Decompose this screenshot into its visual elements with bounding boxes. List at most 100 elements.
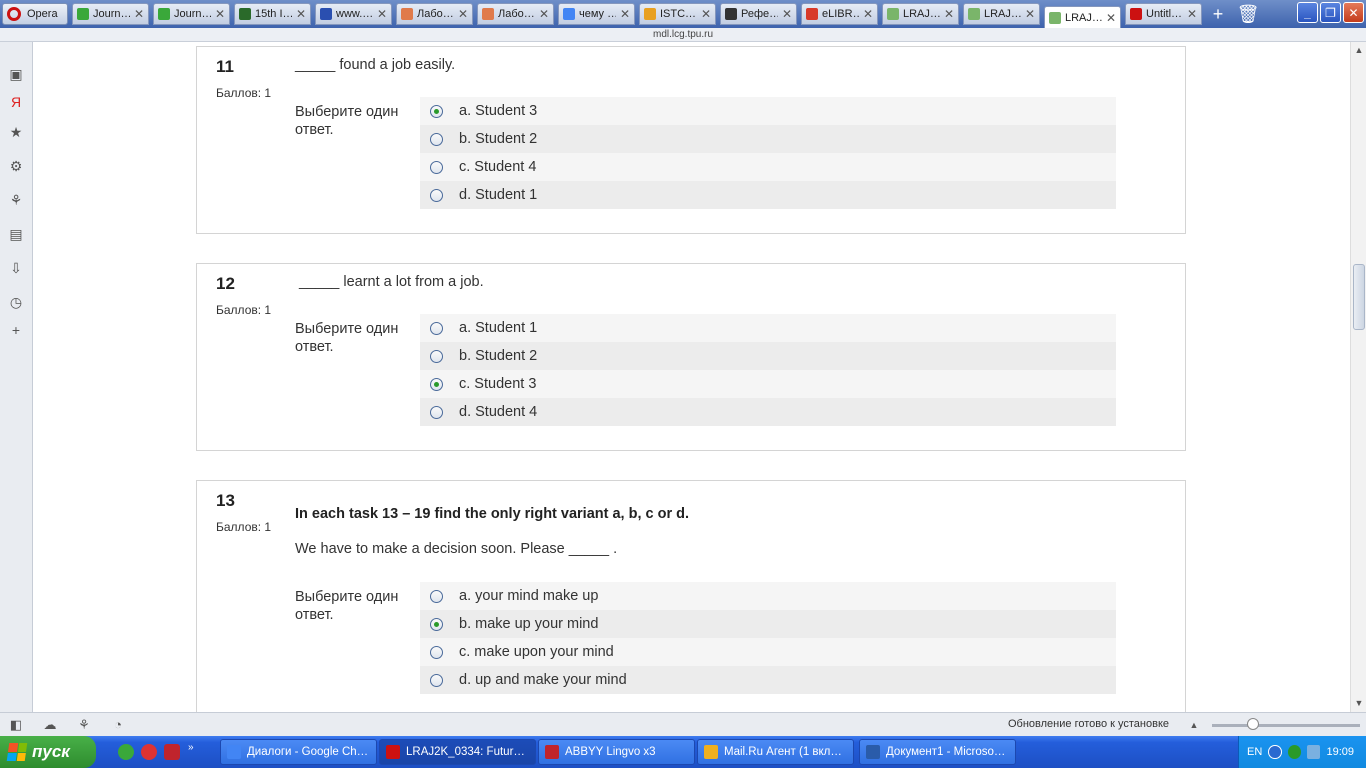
browser-tab[interactable]: www.… ✕	[315, 3, 392, 25]
lingvo-quicklaunch-icon[interactable]	[164, 744, 180, 760]
tab-close-icon[interactable]: ✕	[134, 7, 144, 21]
browser-tab[interactable]: Journ… ✕	[72, 3, 149, 25]
answer-radio[interactable]	[430, 617, 443, 631]
history-clock-icon[interactable]: ◷	[8, 294, 24, 310]
browser-tab[interactable]: eLIBR… ✕	[801, 3, 878, 25]
browser-tab[interactable]: Лабо… ✕	[396, 3, 473, 25]
answer-radio[interactable]	[430, 349, 443, 363]
taskbar-window-button[interactable]: Диалоги - Google Ch…	[220, 739, 377, 765]
answer-radio[interactable]	[430, 377, 443, 391]
tab-close-icon[interactable]: ✕	[1187, 7, 1197, 21]
answer-radio[interactable]	[430, 673, 443, 687]
tab-close-icon[interactable]: ✕	[620, 7, 630, 21]
answer-label[interactable]: a. Student 3	[459, 103, 537, 119]
answer-option[interactable]: a. Student 1	[420, 314, 1116, 342]
answer-option[interactable]: c. make upon your mind	[420, 638, 1116, 666]
taskbar-window-button[interactable]: Документ1 - Microso…	[859, 739, 1016, 765]
tray-eye-icon[interactable]	[1287, 745, 1302, 759]
opera-menu-button[interactable]: Opera	[2, 3, 68, 25]
language-indicator[interactable]: EN	[1247, 746, 1262, 758]
tab-close-icon[interactable]: ✕	[1106, 11, 1116, 25]
close-button[interactable]: ✕	[1343, 2, 1364, 23]
tab-close-icon[interactable]: ✕	[782, 7, 792, 21]
answer-label[interactable]: c. Student 3	[459, 376, 536, 392]
cloud-icon[interactable]: ☁	[42, 717, 58, 733]
answer-radio[interactable]	[430, 132, 443, 146]
panel-toggle-icon[interactable]: ◧	[8, 717, 24, 733]
notes-icon[interactable]: ▤	[8, 226, 24, 242]
answer-radio[interactable]	[430, 104, 443, 118]
browser-tab[interactable]: чему … ✕	[558, 3, 635, 25]
restore-button[interactable]: ❐	[1320, 2, 1341, 23]
tab-close-icon[interactable]: ✕	[944, 7, 954, 21]
browser-tab[interactable]: Лабо… ✕	[477, 3, 554, 25]
browser-tab[interactable]: LRAJ… ✕	[1044, 6, 1121, 30]
browser-tab[interactable]: LRAJ… ✕	[882, 3, 959, 25]
browser-tab[interactable]: Untitl… ✕	[1125, 3, 1202, 25]
answer-label[interactable]: c. make upon your mind	[459, 644, 614, 660]
browser-tab[interactable]: LRAJ… ✕	[963, 3, 1040, 25]
tab-close-icon[interactable]: ✕	[296, 7, 306, 21]
tray-arrow-icon[interactable]	[1268, 745, 1282, 759]
answer-option[interactable]: d. up and make your mind	[420, 666, 1116, 694]
tab-close-icon[interactable]: ✕	[377, 7, 387, 21]
answer-label[interactable]: b. make up your mind	[459, 616, 598, 632]
answer-radio[interactable]	[430, 645, 443, 659]
answer-option[interactable]: b. Student 2	[420, 125, 1116, 153]
answer-label[interactable]: d. up and make your mind	[459, 672, 627, 688]
turbo-icon[interactable]: ◔	[110, 717, 126, 733]
answer-option[interactable]: b. make up your mind	[420, 610, 1116, 638]
answer-label[interactable]: a. your mind make up	[459, 588, 598, 604]
tab-close-icon[interactable]: ✕	[458, 7, 468, 21]
browser-tab[interactable]: Journ… ✕	[153, 3, 230, 25]
zoom-slider-knob[interactable]	[1247, 718, 1259, 730]
new-tab-plus-icon[interactable]: +	[1206, 3, 1230, 25]
answer-option[interactable]: a. Student 3	[420, 97, 1116, 125]
quicklaunch-more-icon[interactable]: »	[188, 742, 204, 758]
answer-label[interactable]: a. Student 1	[459, 320, 537, 336]
answer-label[interactable]: c. Student 4	[459, 159, 536, 175]
answer-radio[interactable]	[430, 589, 443, 603]
minimize-button[interactable]: _	[1297, 2, 1318, 23]
scroll-thumb[interactable]	[1353, 264, 1365, 330]
answer-label[interactable]: d. Student 4	[459, 404, 537, 420]
unite-icon[interactable]: ⚘	[8, 192, 24, 208]
answer-option[interactable]: d. Student 4	[420, 398, 1116, 426]
answer-label[interactable]: d. Student 1	[459, 187, 537, 203]
answer-option[interactable]: c. Student 4	[420, 153, 1116, 181]
vertical-scrollbar[interactable]: ▲ ▼	[1350, 42, 1366, 712]
tab-close-icon[interactable]: ✕	[1025, 7, 1035, 21]
tab-close-icon[interactable]: ✕	[539, 7, 549, 21]
answer-option[interactable]: c. Student 3	[420, 370, 1116, 398]
unite-share-icon[interactable]: ⚘	[76, 717, 92, 733]
answer-radio[interactable]	[430, 321, 443, 335]
answer-radio[interactable]	[430, 188, 443, 202]
update-status-text[interactable]: Обновление готово к установке	[1008, 718, 1169, 730]
address-bar[interactable]: mdl.lcg.tpu.ru	[0, 28, 1366, 42]
downloads-icon[interactable]: ⇩	[8, 260, 24, 276]
answer-label[interactable]: b. Student 2	[459, 348, 537, 364]
taskbar-window-button[interactable]: LRAJ2K_0334: Futur…	[379, 739, 536, 765]
answer-radio[interactable]	[430, 160, 443, 174]
browser-tab[interactable]: 15th I… ✕	[234, 3, 311, 25]
opera-quicklaunch-icon[interactable]	[141, 744, 157, 760]
answer-radio[interactable]	[430, 405, 443, 419]
browser-tab[interactable]: Рефе… ✕	[720, 3, 797, 25]
answer-option[interactable]: a. your mind make up	[420, 582, 1116, 610]
zoom-slider[interactable]	[1212, 724, 1360, 727]
scroll-up-arrow-icon[interactable]: ▲	[1353, 44, 1365, 56]
star-icon[interactable]: ★	[8, 124, 24, 140]
utorrent-icon[interactable]	[118, 744, 134, 760]
bookmarks-icon[interactable]: ▣	[8, 66, 24, 82]
tab-close-icon[interactable]: ✕	[863, 7, 873, 21]
tab-close-icon[interactable]: ✕	[701, 7, 711, 21]
browser-tab[interactable]: ISTC… ✕	[639, 3, 716, 25]
network-icon[interactable]	[1307, 745, 1321, 759]
trash-icon[interactable]: 🗑	[1236, 3, 1260, 25]
taskbar-window-button[interactable]: Mail.Ru Агент (1 вкл…	[697, 739, 854, 765]
start-button[interactable]: пуск	[0, 736, 96, 768]
answer-option[interactable]: b. Student 2	[420, 342, 1116, 370]
widgets-gear-icon[interactable]: ⚙	[8, 158, 24, 174]
answer-option[interactable]: d. Student 1	[420, 181, 1116, 209]
tab-close-icon[interactable]: ✕	[215, 7, 225, 21]
